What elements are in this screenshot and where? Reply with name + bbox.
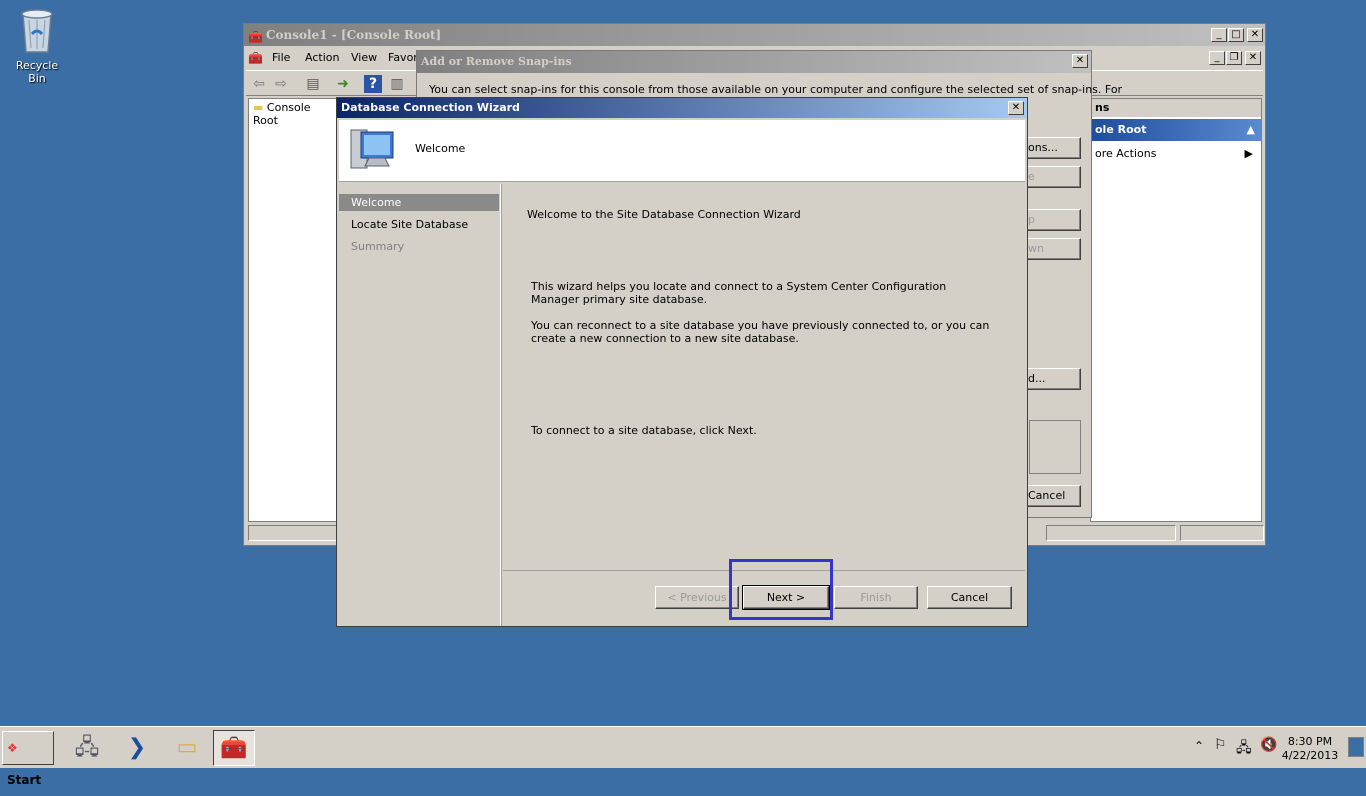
windows-logo-icon: ❖ — [7, 741, 18, 755]
volume-muted-icon[interactable]: 🔇 — [1260, 737, 1277, 753]
recycle-bin-icon — [21, 9, 53, 53]
back-arrow-icon[interactable]: ⇦ — [250, 75, 268, 93]
tree-item-console-root[interactable]: ▬ Console Root — [253, 101, 337, 127]
snapins-edit-extensions-button[interactable]: ons... — [1027, 137, 1081, 159]
menu-file[interactable]: File — [272, 51, 290, 64]
folder-icon: ▬ — [253, 101, 264, 114]
step-welcome[interactable]: Welcome — [339, 194, 499, 211]
console-tree: ▬ Console Root — [248, 98, 338, 522]
menu-action[interactable]: Action — [305, 51, 339, 64]
clock[interactable]: 8:30 PM 4/22/2013 — [1280, 735, 1340, 763]
more-actions-label: ore Actions — [1095, 147, 1157, 160]
child-restore-button[interactable]: ❐ — [1226, 51, 1242, 65]
computer-icon — [350, 129, 394, 169]
actions-section-label: ole Root — [1095, 123, 1147, 136]
snapins-title: Add or Remove Snap-ins — [421, 55, 572, 68]
mmc-title: Console1 - [Console Root] — [266, 28, 442, 42]
wizard-instruction-text: To connect to a site database, click Nex… — [531, 424, 757, 437]
snapins-advanced-button[interactable]: d... — [1027, 368, 1081, 390]
export-list-icon[interactable]: ➜ — [334, 75, 352, 93]
clock-date: 4/22/2013 — [1281, 749, 1339, 762]
wizard-titlebar[interactable]: Database Connection Wizard — [337, 98, 1027, 118]
action-center-flag-icon[interactable]: ⚐ — [1214, 737, 1227, 753]
snapins-description: You can select snap-ins for this console… — [429, 83, 1123, 96]
mmc-taskbar-icon[interactable]: 🧰 — [213, 730, 255, 766]
snapins-move-up-button[interactable]: p — [1027, 209, 1081, 231]
menu-view[interactable]: View — [351, 51, 377, 64]
close-button[interactable]: ✕ — [1247, 28, 1263, 42]
powershell-taskbar-icon[interactable]: ❯ — [116, 730, 158, 766]
actions-pane: ns ole Root ▲ ore Actions ▶ — [1090, 98, 1262, 522]
wizard-heading: Welcome to the Site Database Connection … — [527, 208, 801, 221]
menu-favorites[interactable]: Favor — [388, 51, 418, 64]
snapins-titlebar[interactable]: Add or Remove Snap-ins — [417, 51, 1091, 73]
status-cell — [1046, 525, 1176, 541]
snapins-cancel-button[interactable]: Cancel — [1027, 485, 1081, 507]
show-hide-action-pane-icon[interactable]: ▥ — [388, 75, 406, 93]
snapins-move-down-button[interactable]: wn — [1027, 238, 1081, 260]
collapse-arrow-icon[interactable]: ▲ — [1247, 119, 1255, 141]
recycle-bin-shortcut[interactable]: Recycle Bin — [6, 6, 68, 85]
system-tray: ⌃ ⚐ 🖧 🔇 8:30 PM 4/22/2013 — [1190, 731, 1366, 765]
submenu-arrow-icon: ▶ — [1244, 147, 1253, 160]
start-label: Start — [7, 773, 42, 787]
wizard-reconnect-text: You can reconnect to a site database you… — [531, 319, 990, 345]
network-icon[interactable]: 🖧 — [1236, 737, 1252, 761]
step-summary: Summary — [351, 240, 405, 253]
step-locate-site-database[interactable]: Locate Site Database — [339, 216, 499, 233]
finish-button[interactable]: Finish — [834, 586, 918, 609]
maximize-button[interactable]: □ — [1228, 28, 1244, 42]
snapins-remove-button[interactable]: e — [1027, 166, 1081, 188]
show-hidden-icons-icon[interactable]: ⌃ — [1194, 739, 1204, 753]
clock-time: 8:30 PM — [1287, 735, 1333, 748]
wizard-steps-nav: Welcome Locate Site Database Summary — [339, 184, 501, 626]
minimize-button[interactable]: _ — [1211, 28, 1227, 42]
taskbar: ❖ Start 🖧 ❯ ▭ 🧰 ⌃ ⚐ 🖧 🔇 8:30 PM 4/22/201… — [0, 726, 1366, 787]
console-app-icon: 🧰 — [248, 30, 263, 44]
next-button-highlight — [729, 559, 833, 620]
show-hide-tree-icon[interactable]: ▤ — [304, 75, 322, 93]
cancel-button[interactable]: Cancel — [927, 586, 1012, 609]
wizard-header-title: Welcome — [415, 142, 466, 155]
start-button[interactable]: ❖ Start — [2, 731, 54, 787]
status-cell — [1180, 525, 1264, 541]
actions-header: ns — [1091, 99, 1261, 117]
wizard-content: Welcome to the Site Database Connection … — [503, 184, 1025, 570]
console-menu-icon[interactable]: 🧰 — [248, 51, 263, 65]
database-connection-wizard: Database Connection Wizard ✕ Welcome Wel… — [336, 97, 1028, 627]
help-icon[interactable]: ? — [364, 75, 382, 93]
child-close-button[interactable]: ✕ — [1245, 51, 1261, 65]
show-desktop-button[interactable] — [1348, 737, 1364, 757]
snapins-close-button[interactable]: ✕ — [1072, 54, 1088, 68]
snapins-description-box — [1029, 420, 1081, 474]
wizard-intro-text: This wizard helps you locate and connect… — [531, 280, 947, 306]
wizard-close-button[interactable]: ✕ — [1008, 101, 1024, 115]
actions-section-header[interactable]: ole Root ▲ — [1091, 119, 1261, 141]
explorer-taskbar-icon[interactable]: ▭ — [166, 730, 208, 766]
wizard-title: Database Connection Wizard — [341, 101, 520, 114]
mmc-titlebar[interactable]: 🧰 Console1 - [Console Root] — [244, 24, 1265, 46]
recycle-bin-label: Recycle Bin — [15, 59, 59, 85]
more-actions-item[interactable]: ore Actions ▶ — [1091, 145, 1261, 163]
child-minimize-button[interactable]: _ — [1209, 51, 1225, 65]
previous-button[interactable]: < Previous — [655, 586, 739, 609]
wizard-header: Welcome — [339, 120, 1025, 182]
server-manager-taskbar-icon[interactable]: 🖧 — [66, 730, 108, 766]
forward-arrow-icon[interactable]: ⇨ — [272, 75, 290, 93]
